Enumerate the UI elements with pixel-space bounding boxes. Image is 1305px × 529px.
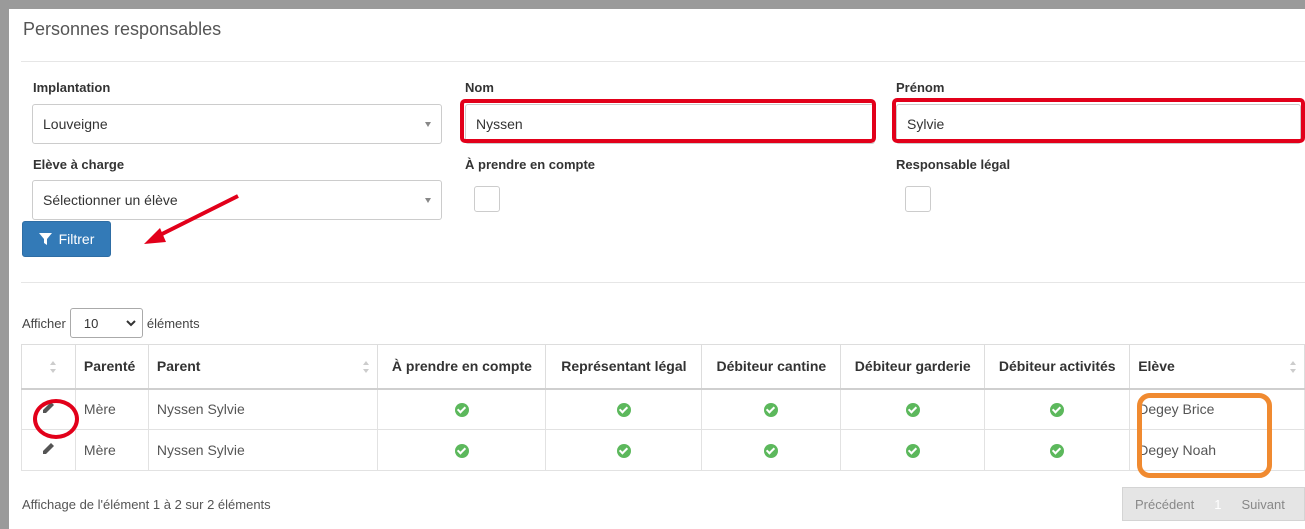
cell-debiteur-cantine [701,429,842,471]
pencil-icon[interactable] [42,442,55,455]
window-frame-top [0,0,1305,9]
check-circle-icon [454,444,469,459]
cell-a-prendre [377,388,547,430]
th-debiteur-cantine[interactable]: Débiteur cantine [701,344,842,390]
eleve-select[interactable]: Sélectionner un élève [32,180,442,220]
responsable-label: Responsable légal [896,157,1011,172]
prenom-label: Prénom [896,80,945,95]
cell-parente: Mère [74,388,149,430]
table-row: Mère Nyssen Sylvie Degey Noah [21,429,1305,471]
cell-debiteur-activites [984,388,1131,430]
nom-label: Nom [465,80,494,95]
eleve-value: Sélectionner un élève [43,192,178,208]
cell-debiteur-garderie [840,388,986,430]
th-eleve[interactable]: Elève [1129,344,1305,390]
length-prefix: Afficher [22,315,66,331]
page-title: Personnes responsables [23,19,222,39]
th-parent[interactable]: Parent [147,344,379,390]
sort-icon [363,361,370,373]
filter-button-label: Filtrer [58,231,95,247]
implantation-value: Louveigne [43,116,108,132]
cell-debiteur-activites [984,429,1131,471]
filter-button[interactable]: Filtrer [22,221,111,257]
next-button[interactable]: Suivant [1230,497,1297,512]
cell-representant [545,388,703,430]
th-eleve-label: Elève [1138,358,1175,375]
th-parent-label: Parent [156,358,201,375]
cell-a-prendre [377,429,547,471]
highlight-nom [460,99,876,143]
th-debiteur-activites[interactable]: Débiteur activités [984,344,1131,390]
cell-parente: Mère [74,429,149,471]
sort-icon [1290,361,1296,373]
responsable-checkbox[interactable] [905,186,931,212]
window-frame-left [0,0,9,529]
filter-icon [38,232,52,245]
table-info: Affichage de l'élément 1 à 2 sur 2 éléme… [22,497,271,512]
check-circle-icon [905,444,920,459]
highlight-edit-circle [33,399,79,439]
responsables-table: Parenté Parent À prendre en compte Repré… [21,344,1305,471]
th-debiteur-garderie[interactable]: Débiteur garderie [840,344,986,390]
prev-button[interactable]: Précédent [1123,497,1206,512]
cell-debiteur-cantine [701,388,842,430]
th-parente[interactable]: Parenté [74,344,149,390]
chevron-down-icon [425,198,431,203]
th-a-prendre[interactable]: À prendre en compte [377,344,547,390]
table-row: Mère Nyssen Sylvie Degey Brice [21,388,1305,430]
title-divider [21,61,1305,62]
cell-parent: Nyssen Sylvie [147,429,379,471]
check-circle-icon [905,403,920,418]
check-circle-icon [764,444,779,459]
cell-parent: Nyssen Sylvie [147,388,379,430]
check-circle-icon [454,403,469,418]
page-1-button[interactable]: 1 [1206,497,1229,512]
a-prendre-label: À prendre en compte [465,157,596,172]
implantation-label: Implantation [33,80,111,95]
length-menu: Afficher 10 éléments [22,305,200,341]
eleve-label: Elève à charge [33,157,125,172]
pagination: Précédent 1 Suivant [1122,487,1305,521]
check-circle-icon [1050,403,1065,418]
length-suffix: éléments [146,315,200,331]
check-circle-icon [764,403,779,418]
cell-representant [545,429,703,471]
check-circle-icon [616,444,631,459]
check-circle-icon [616,403,631,418]
table-header-row: Parenté Parent À prendre en compte Repré… [21,344,1305,390]
highlight-prenom [892,98,1305,143]
page-length-select[interactable]: 10 [69,308,143,338]
a-prendre-checkbox[interactable] [474,186,500,212]
filter-divider [21,282,1305,283]
chevron-down-icon [425,122,431,127]
check-circle-icon [1050,444,1065,459]
th-actions[interactable] [21,344,76,390]
page-length-value: 10 [83,315,99,331]
implantation-select[interactable]: Louveigne [32,104,442,144]
highlight-eleve-box [1137,393,1272,478]
th-representant[interactable]: Représentant légal [545,344,703,390]
sort-icon [49,361,56,373]
chevron-down-icon [126,319,136,326]
cell-debiteur-garderie [840,429,986,471]
